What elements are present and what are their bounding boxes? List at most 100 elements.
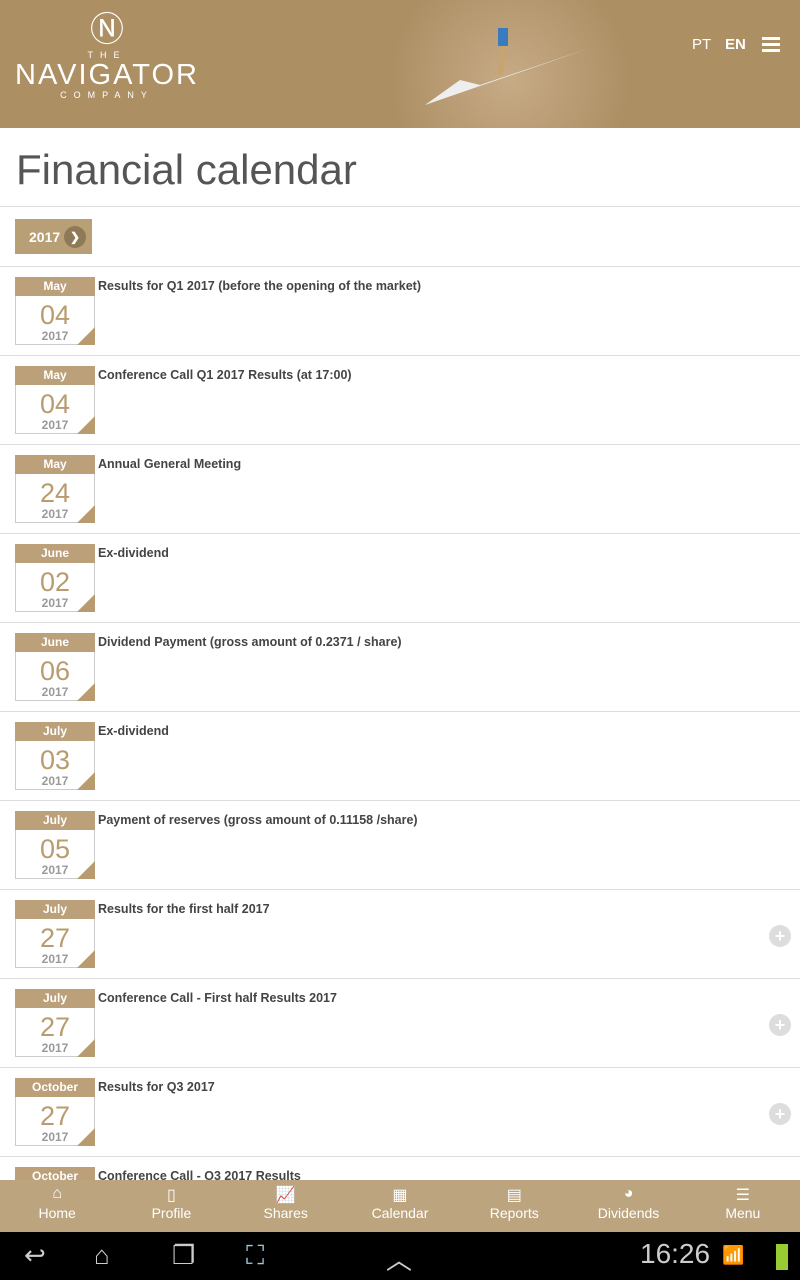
event-month: July — [15, 900, 95, 919]
back-icon[interactable]: ↩ — [24, 1240, 46, 1271]
date-tile: May 24 2017 — [15, 455, 95, 523]
event-row[interactable]: May 04 2017 Conference Call Q1 2017 Resu… — [0, 356, 800, 445]
event-title: Results for the first half 2017 — [98, 902, 270, 916]
event-day: 27 — [39, 1012, 71, 1042]
nav-label: Reports — [489, 1205, 539, 1221]
bottom-navigation: ⌂ Home ▯ Profile 📈 Shares ▦ Calendar ▤ Reports ◕ Di… — [0, 1180, 800, 1232]
clock: 16:26 — [640, 1238, 711, 1269]
expand-plus-icon[interactable]: + — [769, 925, 791, 947]
chevron-down-icon: ❯ — [64, 226, 86, 248]
date-tile: October 27 2017 — [15, 1078, 95, 1146]
expand-plus-icon[interactable]: + — [769, 1014, 791, 1036]
menu-icon: ☰ — [735, 1187, 750, 1204]
screenshot-icon[interactable]: ⛶ — [246, 1240, 264, 1272]
nav-home[interactable]: ⌂ Home — [0, 1180, 114, 1232]
divider — [0, 206, 800, 207]
nav-label: Calendar — [371, 1205, 429, 1221]
date-tile: May 04 2017 — [15, 366, 95, 434]
event-row[interactable]: May 24 2017 Annual General Meeting — [0, 445, 800, 534]
page-fold-icon — [77, 861, 95, 879]
building-icon: ▯ — [167, 1187, 176, 1204]
event-day: 24 — [39, 478, 71, 508]
event-month: July — [15, 722, 95, 741]
nav-label: Menu — [725, 1205, 761, 1221]
nav-profile[interactable]: ▯ Profile — [114, 1180, 228, 1232]
nav-menu[interactable]: ☰ Menu — [686, 1180, 800, 1232]
nav-label: Dividends — [597, 1205, 660, 1221]
event-month: October — [15, 1167, 95, 1180]
event-month: June — [15, 544, 95, 563]
battery-icon — [776, 1244, 788, 1270]
nav-label: Home — [38, 1205, 76, 1221]
event-title: Conference Call - Q3 2017 Results — [98, 1169, 301, 1180]
event-row[interactable]: July 27 2017 Conference Call - First hal… — [0, 979, 800, 1068]
event-month: May — [15, 277, 95, 296]
event-list[interactable]: May 04 2017 Results for Q1 2017 (before … — [0, 267, 800, 1180]
event-row[interactable]: June 06 2017 Dividend Payment (gross amo… — [0, 623, 800, 712]
event-title: Results for Q1 2017 (before the opening … — [98, 279, 421, 293]
recent-apps-icon[interactable]: ❐ — [172, 1240, 195, 1271]
page-title: Financial calendar — [16, 146, 357, 193]
event-row[interactable]: June 02 2017 Ex-dividend — [0, 534, 800, 623]
date-tile: July 03 2017 — [15, 722, 95, 790]
event-month: July — [15, 811, 95, 830]
event-title: Conference Call - First half Results 201… — [98, 991, 337, 1005]
navigator-logo[interactable]: Ⓝ THE NAVIGATOR COMPANY — [14, 10, 200, 100]
date-tile: October — [15, 1167, 95, 1180]
event-month: July — [15, 989, 95, 1008]
app-header: Ⓝ THE NAVIGATOR COMPANY PT EN — [0, 0, 800, 128]
event-day: 03 — [39, 745, 71, 775]
event-month: June — [15, 633, 95, 652]
event-day: 27 — [39, 923, 71, 953]
year-value: 2017 — [29, 229, 61, 245]
nav-shares[interactable]: 📈 Shares — [229, 1180, 343, 1232]
page-fold-icon — [77, 772, 95, 790]
event-title: Conference Call Q1 2017 Results (at 17:0… — [98, 368, 352, 382]
event-day: 05 — [39, 834, 71, 864]
event-day: 02 — [39, 567, 71, 597]
document-icon: ▤ — [506, 1187, 522, 1204]
nav-label: Profile — [151, 1205, 192, 1221]
pie-chart-icon: ◕ — [623, 1185, 634, 1202]
event-day: 06 — [39, 656, 71, 686]
chart-icon: 📈 — [275, 1187, 296, 1204]
page-fold-icon — [77, 416, 95, 434]
wifi-icon: 📶 — [722, 1245, 745, 1265]
date-tile: July 05 2017 — [15, 811, 95, 879]
event-day: 27 — [39, 1101, 71, 1131]
nav-reports[interactable]: ▤ Reports — [457, 1180, 571, 1232]
page-fold-icon — [77, 950, 95, 968]
expand-plus-icon[interactable]: + — [769, 1103, 791, 1125]
nav-calendar[interactable]: ▦ Calendar — [343, 1180, 457, 1232]
year-dropdown[interactable]: 2017 ❯ — [15, 219, 92, 254]
page-fold-icon — [77, 594, 95, 612]
event-title: Ex-dividend — [98, 724, 169, 738]
lang-en-link[interactable]: EN — [725, 36, 746, 53]
date-tile: June 06 2017 — [15, 633, 95, 701]
event-day: 04 — [39, 389, 71, 419]
logo-emblem-icon: Ⓝ — [90, 11, 124, 49]
event-title: Annual General Meeting — [98, 457, 242, 471]
home-nav-icon[interactable]: ⌂ — [94, 1240, 110, 1271]
event-title: Dividend Payment (gross amount of 0.2371… — [98, 635, 402, 649]
hamburger-menu-icon[interactable] — [762, 37, 780, 55]
event-row[interactable]: July 03 2017 Ex-dividend — [0, 712, 800, 801]
lang-pt-link[interactable]: PT — [692, 36, 711, 53]
event-row[interactable]: October Conference Call - Q3 2017 Result… — [0, 1157, 800, 1180]
event-title: Results for Q3 2017 — [98, 1080, 215, 1094]
event-month: May — [15, 455, 95, 474]
event-month: May — [15, 366, 95, 385]
page-fold-icon — [77, 1128, 95, 1146]
date-tile: July 27 2017 — [15, 989, 95, 1057]
page-fold-icon — [77, 327, 95, 345]
nav-dividends[interactable]: ◕ Dividends — [571, 1180, 685, 1232]
event-row[interactable]: July 05 2017 Payment of reserves (gross … — [0, 801, 800, 890]
event-row[interactable]: October 27 2017 Results for Q3 2017 + — [0, 1068, 800, 1157]
date-tile: June 02 2017 — [15, 544, 95, 612]
calendar-icon: ▦ — [392, 1187, 408, 1204]
chevron-up-icon[interactable]: ︿ — [386, 1240, 412, 1277]
event-title: Payment of reserves (gross amount of 0.1… — [98, 813, 418, 827]
event-row[interactable]: July 27 2017 Results for the first half … — [0, 890, 800, 979]
event-month: October — [15, 1078, 95, 1097]
event-row[interactable]: May 04 2017 Results for Q1 2017 (before … — [0, 267, 800, 356]
